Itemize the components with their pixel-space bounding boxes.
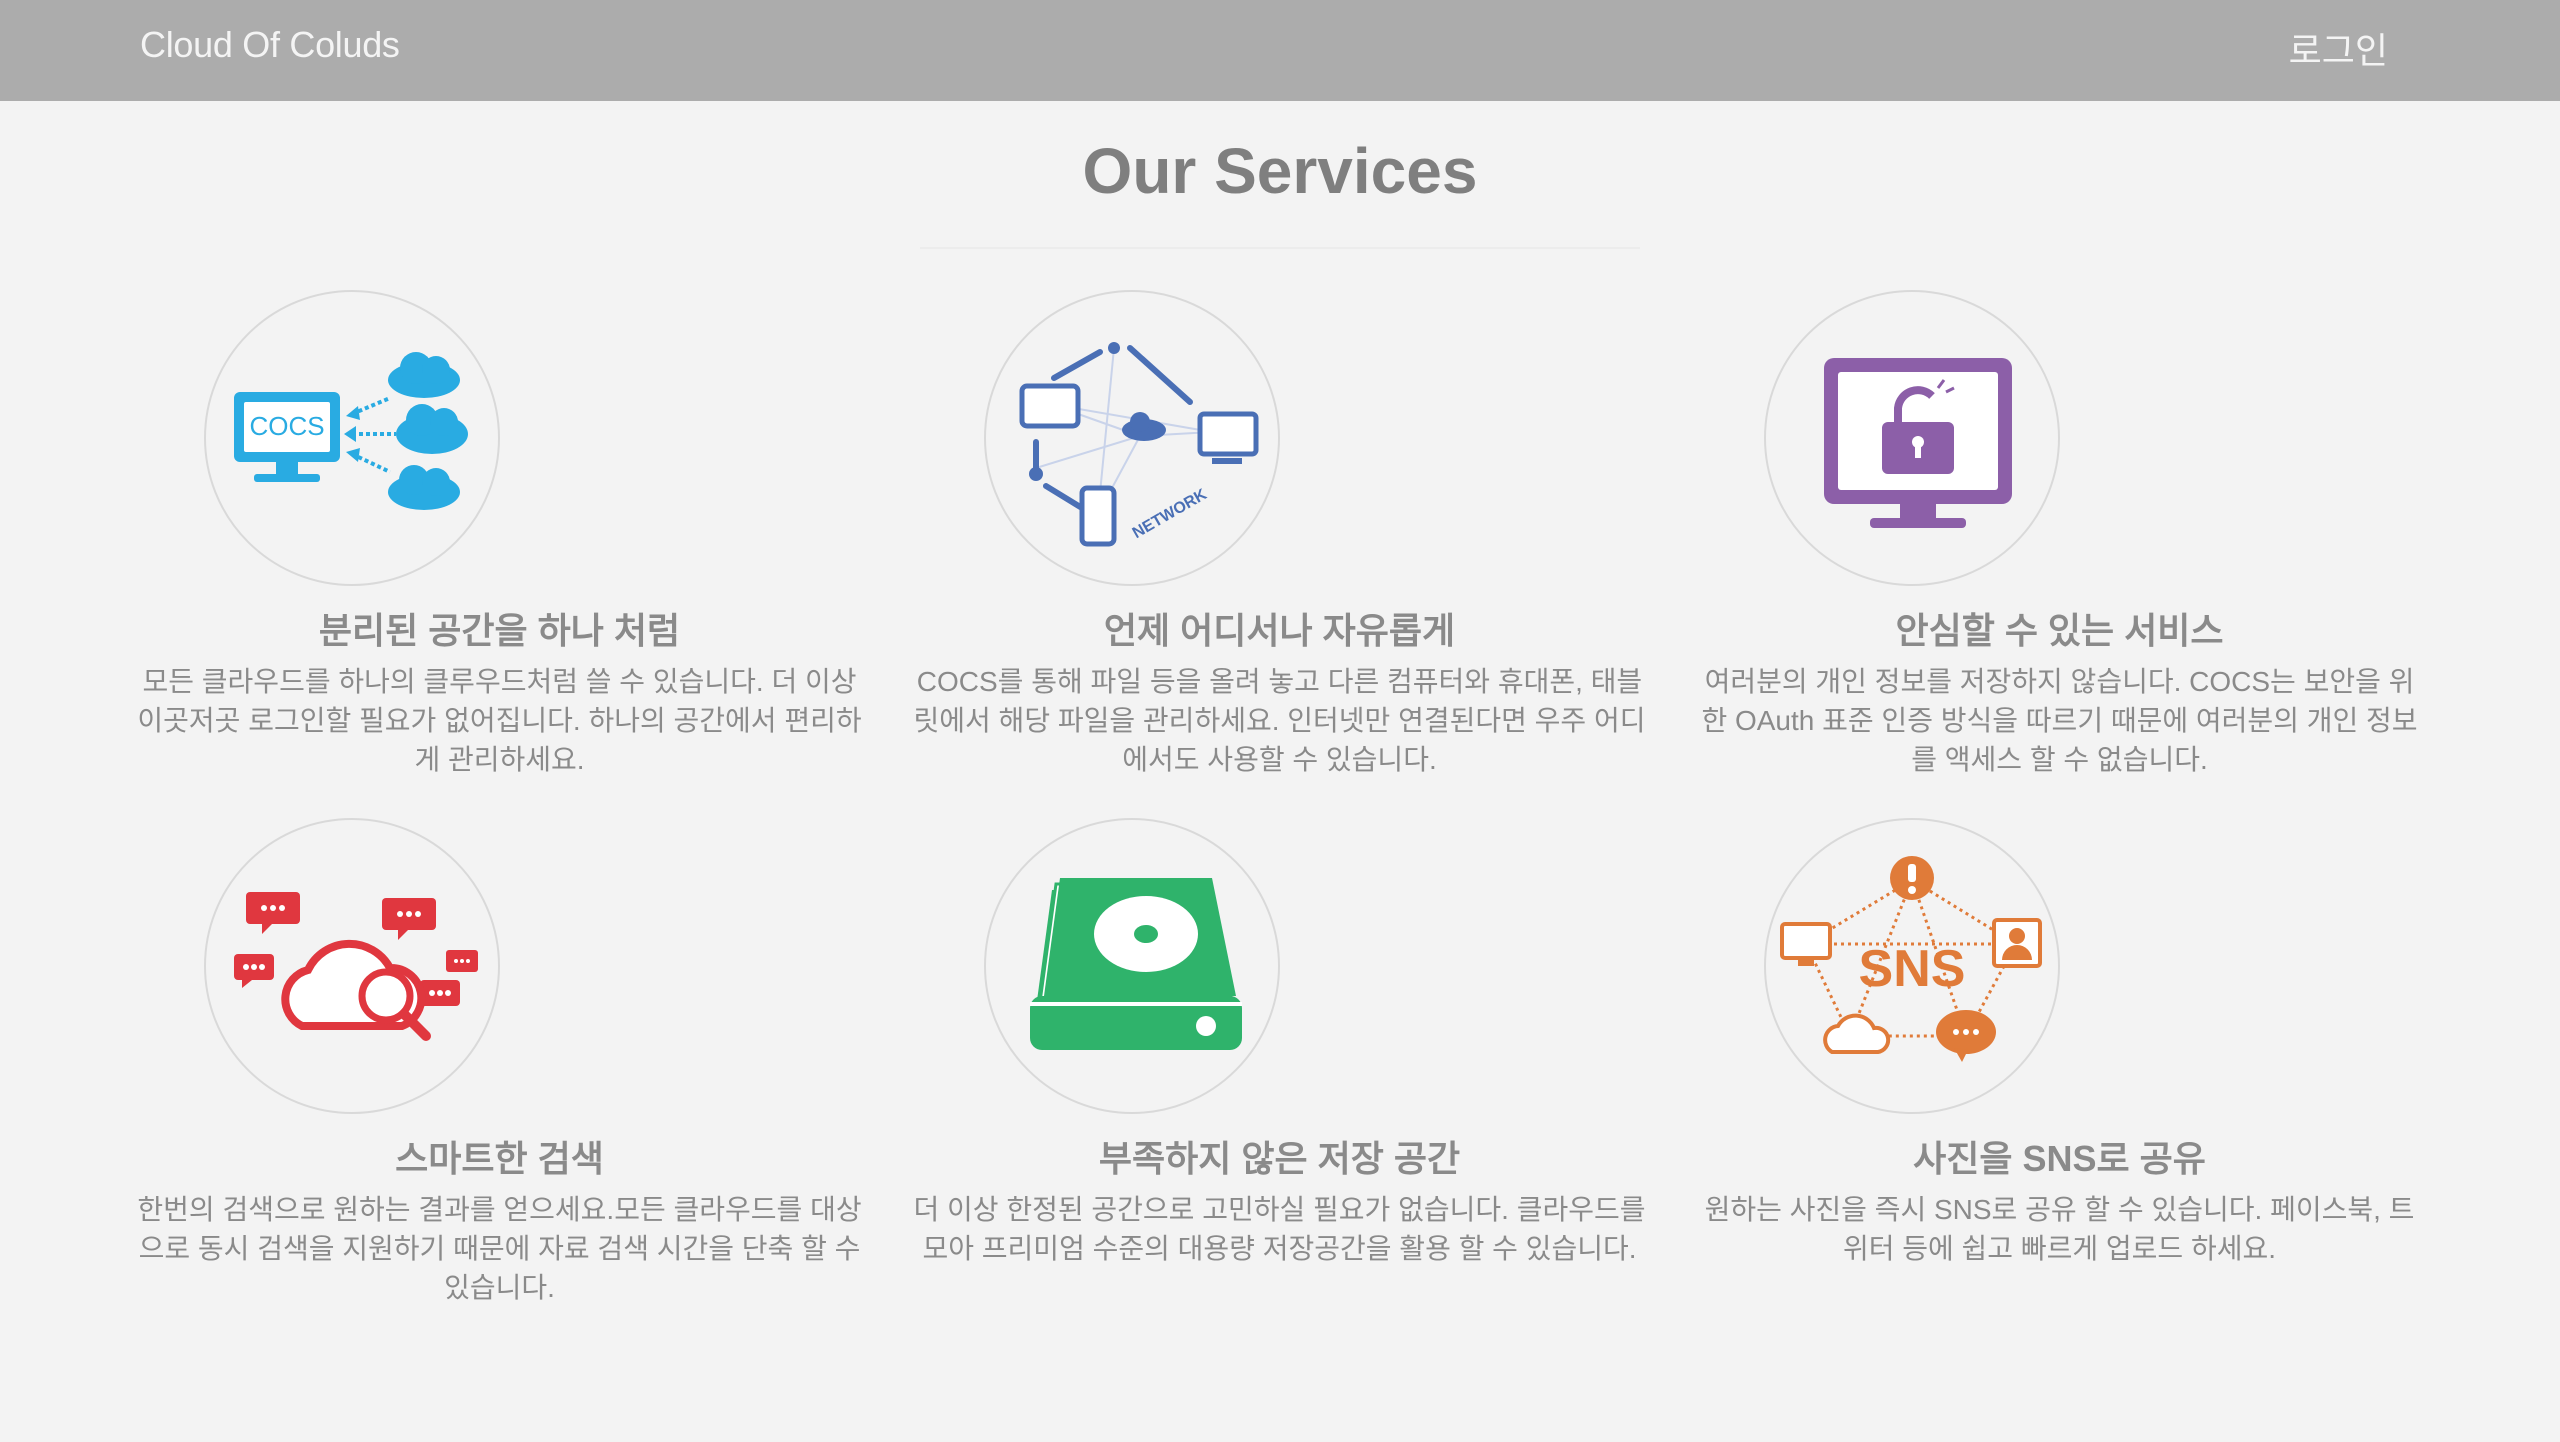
card-description: COCS를 통해 파일 등을 올려 놓고 다른 컴퓨터와 휴대폰, 태블릿에서 …	[913, 666, 1646, 775]
card-title: 사진을 SNS로 공유	[1913, 1138, 2206, 1179]
section-title: Our Services	[1082, 135, 1478, 207]
svg-text:SNS: SNS	[1859, 940, 1966, 998]
card-title: 스마트한 검색	[395, 1138, 604, 1179]
sns-share-icon: SNS	[1764, 818, 2060, 1114]
svg-text:NETWORK: NETWORK	[1130, 486, 1210, 542]
login-link[interactable]: 로그인	[2289, 22, 2388, 74]
card-description: 모든 클라우드를 하나의 클루우드처럼 쓸 수 있습니다. 더 이상 이곳저곳 …	[137, 666, 862, 775]
card-description: 더 이상 한정된 공간으로 고민하실 필요가 없습니다. 클라우드를 모아 프리…	[913, 1194, 1646, 1264]
card-description: 여러분의 개인 정보를 저장하지 않습니다. COCS는 보안을 위한 OAut…	[1701, 666, 2418, 775]
network-icon: NETWORK	[984, 290, 1280, 586]
hard-drive-icon	[984, 818, 1280, 1114]
card-title: 안심할 수 있는 서비스	[1895, 610, 2224, 651]
navbar: Cloud Of Coluds 로그인	[0, 0, 2560, 101]
brand-link[interactable]: Cloud Of Coluds	[140, 24, 400, 66]
card-title: 분리된 공간을 하나 처럼	[318, 610, 681, 651]
card-description: 한번의 검색으로 원하는 결과를 얻으세요.모든 클라우드를 대상으로 동시 검…	[137, 1194, 862, 1303]
card-description: 원하는 사진을 즉시 SNS로 공유 할 수 있습니다. 페이스북, 트위터 등…	[1704, 1194, 2415, 1264]
cloud-search-icon	[204, 818, 500, 1114]
card-title: 언제 어디서나 자유롭게	[1103, 610, 1456, 651]
title-divider	[920, 247, 1640, 249]
card-title: 부족하지 않은 저장 공간	[1098, 1138, 1461, 1179]
cloud-merge-icon: COCS	[204, 290, 500, 586]
svg-text:COCS: COCS	[249, 411, 324, 441]
secure-monitor-icon	[1764, 290, 2060, 586]
